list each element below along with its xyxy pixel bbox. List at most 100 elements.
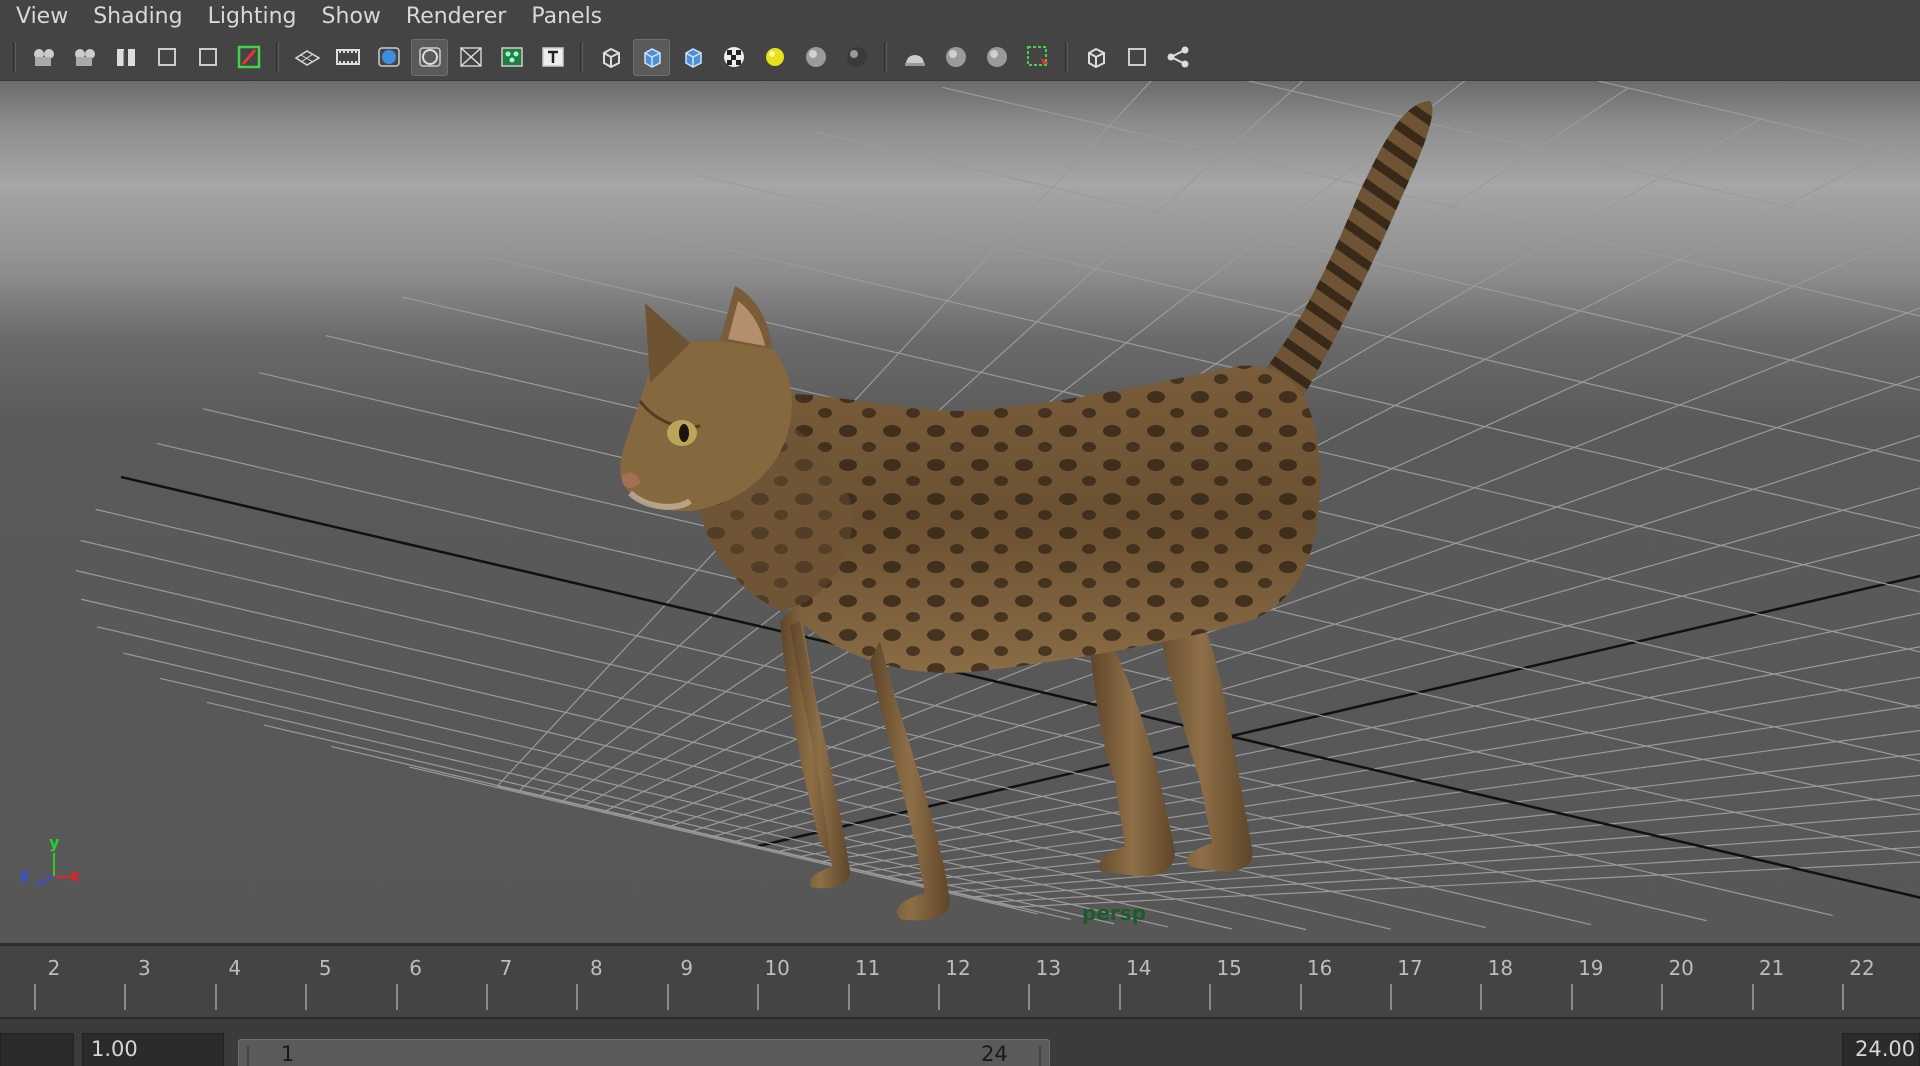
toolbar-separator (884, 42, 887, 72)
scene-render (75, 81, 1920, 931)
bookmarks-icon[interactable] (107, 39, 144, 76)
frame-tick (1751, 984, 1754, 1010)
frame-number: 10 (764, 956, 790, 980)
frame-number: 9 (680, 956, 694, 980)
frame-tick (214, 984, 217, 1010)
wireframe-icon[interactable] (592, 39, 629, 76)
frame-number: 19 (1578, 956, 1604, 980)
toolbar-separator (276, 42, 279, 72)
playback-start-field[interactable]: 1.00 (82, 1033, 224, 1066)
menu-view[interactable]: View (6, 0, 83, 34)
frame-number: 13 (1035, 956, 1062, 980)
menu-bar: View Shading Lighting Show Renderer Panels (0, 0, 1920, 34)
frame-number: 16 (1306, 956, 1333, 980)
frame-number: 5 (318, 956, 332, 980)
multisample-aa-icon[interactable] (937, 39, 974, 76)
frame-tick (847, 984, 850, 1010)
camera-attributes-icon[interactable] (66, 39, 103, 76)
xray-joints-icon[interactable] (1159, 39, 1196, 76)
frame-tick (1299, 984, 1302, 1010)
resolution-gate-icon[interactable] (370, 39, 407, 76)
frame-tick (486, 984, 488, 1010)
frame-tick (34, 984, 36, 1010)
playback-end-field[interactable]: 24.00 (1842, 1033, 1920, 1066)
range-grip-right[interactable] (1039, 1046, 1041, 1066)
viewport-persp[interactable]: y x z persp (0, 81, 1920, 943)
range-end-label: 24 (981, 1042, 1008, 1066)
panel-toolbar (0, 34, 1920, 81)
frame-number: 14 (1126, 956, 1152, 980)
toolbar-separator (580, 42, 583, 72)
image-plane-icon[interactable] (148, 39, 185, 76)
2d-pan-zoom-icon[interactable] (189, 39, 226, 76)
axis-gizmo: y x z (20, 833, 81, 886)
smooth-shade-icon[interactable] (633, 38, 670, 76)
frame-tick (1480, 984, 1483, 1010)
menu-lighting[interactable]: Lighting (198, 0, 312, 34)
safe-action-icon[interactable] (493, 39, 530, 76)
frame-tick (1570, 984, 1573, 1010)
frame-number: 3 (138, 956, 151, 980)
range-slider-bar: 1.00 1 24 24.00 (0, 1017, 1920, 1066)
menu-panels[interactable]: Panels (521, 0, 617, 34)
camera-name-label: persp (1082, 901, 1146, 925)
frame-number: 18 (1487, 956, 1514, 980)
frame-ruler[interactable]: 2 3 4 5 6 7 8 9 10 11 12 13 14 15 16 17 18 19 20 21 22 (0, 946, 1920, 1016)
frame-tick (1028, 984, 1031, 1010)
frame-number: 15 (1216, 956, 1242, 980)
safe-title-icon[interactable] (534, 39, 571, 76)
frame-tick (576, 984, 579, 1010)
motion-blur-icon[interactable] (896, 39, 933, 76)
frame-tick (395, 984, 398, 1010)
frame-tick (1661, 984, 1664, 1010)
anim-start-field[interactable] (0, 1033, 74, 1066)
field-chart-icon[interactable] (452, 39, 489, 76)
depth-of-field-icon[interactable] (978, 39, 1015, 76)
range-grip-left[interactable] (247, 1046, 249, 1066)
grease-pencil-icon[interactable] (230, 39, 267, 76)
frame-tick (1118, 984, 1121, 1010)
frame-tick (305, 984, 308, 1010)
frame-tick (757, 984, 760, 1010)
frame-tick (666, 984, 669, 1010)
frame-tick (938, 984, 940, 1010)
frame-number: 4 (228, 956, 242, 980)
axis-x-label: x (70, 866, 81, 885)
xray-icon[interactable] (1077, 39, 1114, 76)
frame-number: 17 (1397, 956, 1423, 980)
select-camera-icon[interactable] (25, 39, 62, 76)
frame-number: 7 (499, 956, 513, 980)
grid-icon[interactable] (288, 39, 325, 76)
menu-shading[interactable]: Shading (83, 0, 197, 34)
frame-number: 12 (945, 956, 971, 980)
frame-tick (1209, 984, 1212, 1010)
frame-number: 20 (1668, 956, 1694, 980)
frame-number: 11 (854, 956, 881, 980)
frame-number: 8 (590, 956, 603, 980)
textured-icon[interactable] (715, 39, 752, 76)
toolbar-separator (1065, 42, 1068, 72)
menu-show[interactable]: Show (312, 0, 396, 34)
shadows-icon[interactable] (797, 39, 834, 76)
axis-z-label: z (20, 866, 29, 885)
film-gate-icon[interactable] (329, 39, 366, 76)
frame-number: 6 (409, 956, 422, 980)
use-all-lights-icon[interactable] (756, 39, 793, 76)
menu-renderer[interactable]: Renderer (396, 0, 521, 34)
frame-number: 22 (1849, 956, 1875, 980)
isolate-select-icon[interactable] (1019, 39, 1056, 76)
axis-y-label: y (49, 833, 60, 852)
frame-number: 2 (47, 956, 61, 980)
frame-tick (124, 984, 127, 1010)
default-material-icon[interactable] (674, 39, 711, 76)
frame-number: 21 (1758, 956, 1785, 980)
xray-active-components-icon[interactable] (1118, 39, 1155, 76)
time-slider[interactable]: 2 3 4 5 6 7 8 9 10 11 12 13 14 15 16 17 18 19 20 21 22 (0, 943, 1920, 1017)
gate-mask-icon[interactable] (411, 38, 448, 76)
range-slider[interactable]: 1 24 (238, 1039, 1050, 1066)
frame-tick (1390, 984, 1392, 1010)
toolbar-separator (13, 42, 16, 72)
range-start-label: 1 (281, 1042, 295, 1066)
screen-space-ao-icon[interactable] (838, 39, 875, 76)
frame-tick (1842, 984, 1844, 1010)
